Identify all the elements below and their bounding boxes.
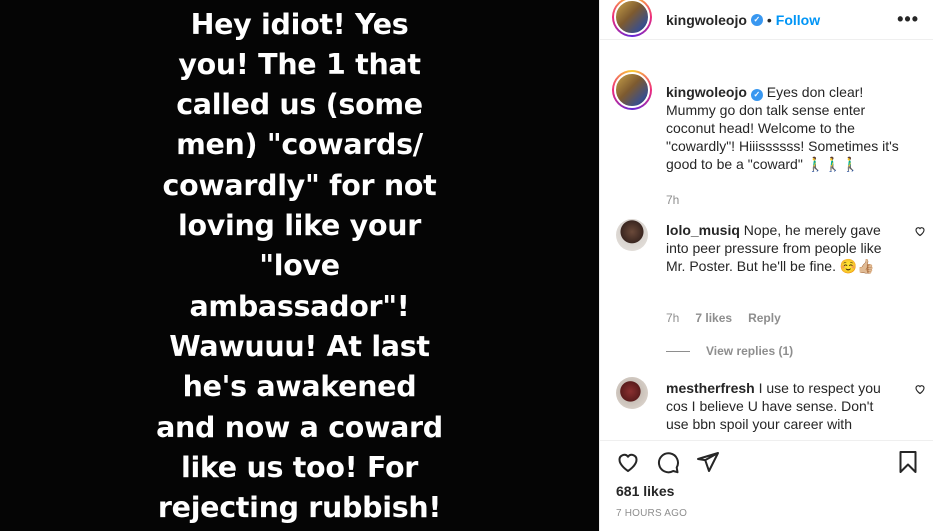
save-bookmark-icon[interactable]	[896, 450, 920, 474]
more-options-icon[interactable]: •••	[897, 9, 919, 30]
reply-button[interactable]: Reply	[748, 311, 781, 325]
like-comment-heart-icon[interactable]	[914, 225, 926, 237]
commenter-avatar[interactable]	[616, 219, 648, 251]
verified-badge-icon: ✓	[750, 14, 763, 26]
commenter-username[interactable]: lolo_musiq	[666, 222, 740, 238]
post-image-text: Hey idiot! Yes you! The 1 that called us…	[156, 7, 443, 525]
author-username[interactable]: kingwoleojo	[666, 12, 747, 28]
post-actions: 681 likes 7 HOURS AGO	[600, 440, 933, 531]
post-sidebar: kingwoleojo ✓ • Follow ••• kingwoleojo ✓ …	[599, 0, 933, 531]
like-comment-heart-icon[interactable]	[914, 383, 926, 395]
caption-time[interactable]: 7h	[666, 193, 679, 207]
share-paper-plane-icon[interactable]	[696, 450, 720, 474]
view-replies-line	[666, 350, 690, 352]
comment-text-block: lolo_musiq Nope, he merely gave into pee…	[666, 221, 888, 275]
follow-button[interactable]: Follow	[776, 12, 820, 28]
caption-text-block: kingwoleojo ✓ Eyes don clear! Mummy go do…	[666, 83, 912, 173]
comment-bubble-icon[interactable]	[656, 450, 680, 474]
commenter-username[interactable]: mestherfresh	[666, 380, 755, 396]
comment-likes[interactable]: 7 likes	[695, 311, 732, 325]
header-user: kingwoleojo ✓ • Follow	[666, 12, 820, 28]
author-avatar[interactable]	[612, 0, 652, 37]
separator-dot: •	[766, 12, 772, 28]
verified-badge-icon: ✓	[750, 89, 763, 101]
comment-time[interactable]: 7h	[666, 311, 679, 325]
commenter-avatar[interactable]	[616, 377, 648, 409]
instagram-post: Hey idiot! Yes you! The 1 that called us…	[0, 0, 933, 531]
view-replies-label: View replies (1)	[706, 344, 794, 358]
post-timestamp[interactable]: 7 HOURS AGO	[616, 508, 687, 519]
caption-avatar[interactable]	[612, 70, 652, 110]
comments-section[interactable]: kingwoleojo ✓ Eyes don clear! Mummy go do…	[600, 60, 933, 440]
view-replies-button[interactable]: View replies (1)	[666, 344, 793, 358]
post-image[interactable]: Hey idiot! Yes you! The 1 that called us…	[0, 0, 599, 531]
post-header: kingwoleojo ✓ • Follow •••	[600, 0, 933, 40]
like-heart-icon[interactable]	[616, 450, 640, 474]
comment-text-block: mestherfresh I use to respect you cos I …	[666, 379, 888, 433]
post-likes-count[interactable]: 681 likes	[616, 483, 674, 499]
caption-username[interactable]: kingwoleojo	[666, 84, 747, 100]
comment-meta: 7h 7 likes Reply	[666, 311, 781, 325]
